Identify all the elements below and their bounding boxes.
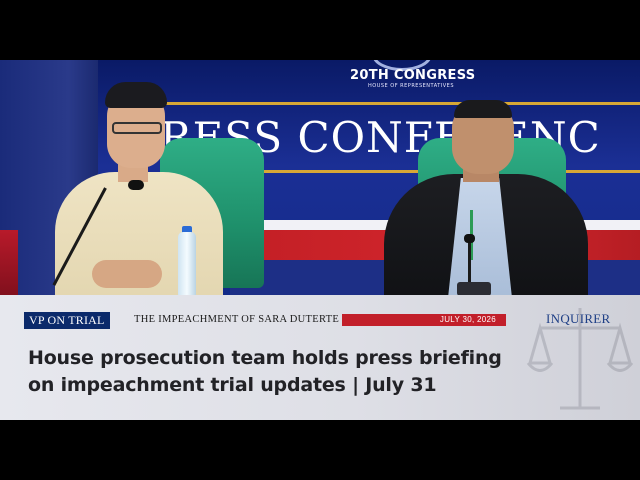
water-bottle xyxy=(178,232,196,295)
speaker-left-hands xyxy=(92,260,162,288)
gold-trim-top xyxy=(160,102,640,105)
segment-badge: VP ON TRIAL xyxy=(24,312,110,329)
speaker-right-hair xyxy=(454,100,512,118)
lower-third: VP ON TRIAL THE IMPEACHMENT OF SARA DUTE… xyxy=(0,295,640,420)
eyeglasses-icon xyxy=(112,122,162,134)
inquirer-logo: INQUIRER xyxy=(546,311,611,326)
segment-subtitle: THE IMPEACHMENT OF SARA DUTERTE xyxy=(134,314,340,325)
microphone-icon xyxy=(464,234,475,243)
headline-line-2: on impeachment trial updates | July 31 xyxy=(28,374,437,396)
press-conference-scene: 20TH CONGRESS HOUSE OF REPRESENTATIVES R… xyxy=(0,60,640,295)
headline-line-1: House prosecution team holds press brief… xyxy=(28,347,502,369)
microphone-icon xyxy=(128,180,144,190)
flag-edge xyxy=(0,230,18,295)
headline: House prosecution team holds press brief… xyxy=(28,345,568,399)
congress-heading: 20TH CONGRESS xyxy=(350,68,476,83)
speaker-left-hair xyxy=(105,82,167,108)
congress-subheading: HOUSE OF REPRESENTATIVES xyxy=(368,83,455,89)
video-frame: 20TH CONGRESS HOUSE OF REPRESENTATIVES R… xyxy=(0,0,640,480)
date-label: JULY 30, 2026 xyxy=(439,315,496,324)
mic-base-device xyxy=(457,282,491,295)
date-bar: JULY 30, 2026 xyxy=(342,314,506,326)
